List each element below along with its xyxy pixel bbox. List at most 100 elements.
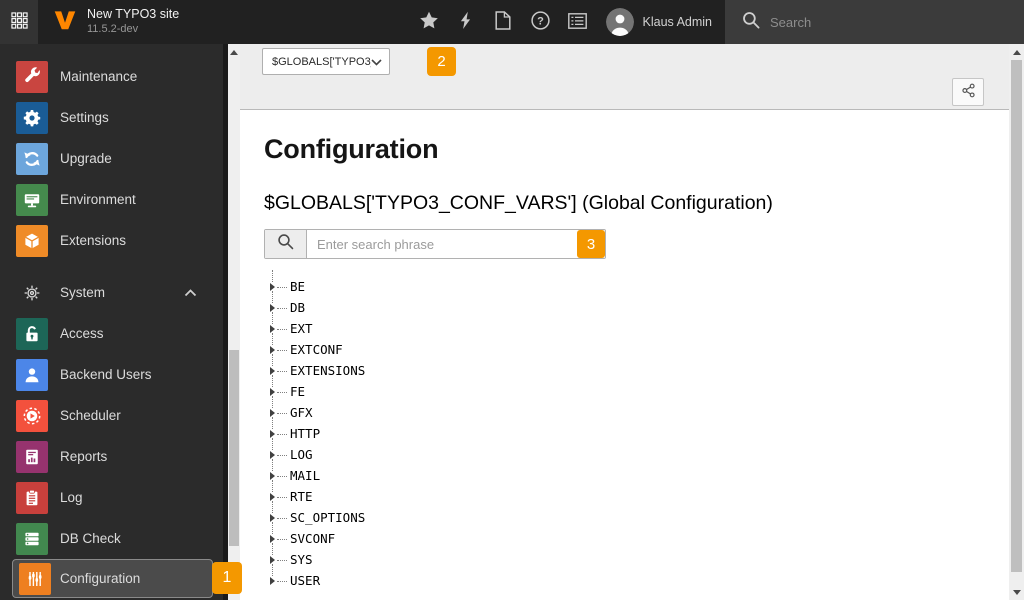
tree-node-be[interactable]: BE: [270, 270, 1009, 297]
topbar-search[interactable]: [725, 0, 1024, 44]
database-stack-icon: [16, 522, 48, 555]
tree-node-fe[interactable]: FE: [270, 375, 1009, 402]
tree-expand-icon[interactable]: [270, 450, 275, 459]
tree-expand-icon[interactable]: [270, 471, 275, 480]
new-document-button[interactable]: [485, 0, 522, 44]
tree-node-mail[interactable]: MAIL: [270, 459, 1009, 486]
tree-node-label: BE: [290, 279, 306, 294]
sidebar-item-upgrade[interactable]: Upgrade: [0, 138, 223, 179]
tour-step-badge-2: 2: [427, 47, 456, 76]
brand[interactable]: New TYPO3 site 11.5.2-dev: [38, 0, 179, 44]
section-label: System: [60, 285, 106, 300]
module-function-select[interactable]: $GLOBALS['TYPO3_CO: [262, 48, 390, 75]
sidebar-scrollbar[interactable]: [228, 44, 240, 600]
sidebar-item-label: Configuration: [60, 571, 141, 586]
sidebar-item-extensions[interactable]: Extensions: [0, 220, 223, 261]
tree-node-label: HTTP: [290, 426, 321, 441]
app-grid-button[interactable]: [0, 0, 38, 44]
search-icon: [277, 233, 294, 255]
tree-node-extconf[interactable]: EXTCONF: [270, 333, 1009, 360]
sidebar-section-system[interactable]: System: [0, 272, 223, 313]
sidebar-item-access[interactable]: Access: [0, 313, 223, 354]
docheader: $GLOBALS['TYPO3_CO 2: [240, 44, 1009, 110]
topbar-actions: ?: [411, 0, 596, 44]
content-scrollbar[interactable]: [1009, 44, 1024, 600]
typo3-logo-icon: [52, 7, 78, 38]
global-search-input[interactable]: [770, 14, 970, 30]
wrench-icon: [16, 60, 48, 93]
sidebar-item-reports[interactable]: Reports: [0, 436, 223, 477]
sidebar-scrollbar-thumb[interactable]: [229, 350, 239, 546]
systeminfo-button[interactable]: [559, 0, 596, 44]
tree-expand-icon[interactable]: [270, 576, 275, 585]
tree-expand-icon[interactable]: [270, 366, 275, 375]
tree-expand-icon[interactable]: [270, 534, 275, 543]
tree-expand-icon[interactable]: [270, 513, 275, 522]
refresh-icon: [16, 142, 48, 175]
topbar: New TYPO3 site 11.5.2-dev ? Klaus Admin: [0, 0, 1024, 44]
tree-node-label: DB: [290, 300, 306, 315]
sidebar-item-log[interactable]: Log: [0, 477, 223, 518]
tree-node-svconf[interactable]: SVCONF: [270, 522, 1009, 549]
help-button[interactable]: ?: [522, 0, 559, 44]
share-button[interactable]: [952, 78, 984, 106]
sidebar-item-label: Settings: [60, 110, 109, 125]
tree-expand-icon[interactable]: [270, 429, 275, 438]
sidebar-item-settings[interactable]: Settings: [0, 97, 223, 138]
tree-node-rte[interactable]: RTE: [270, 480, 1009, 507]
search-addon: [265, 230, 307, 258]
lightning-bolt-icon: [460, 11, 472, 33]
tree-connector: [277, 559, 287, 561]
tree-node-label: EXTENSIONS: [290, 363, 366, 378]
tree-connector: [277, 412, 287, 414]
tree-node-user[interactable]: USER: [270, 564, 1009, 591]
config-search-input[interactable]: [307, 230, 577, 258]
list-box-icon: [567, 12, 587, 32]
user-avatar: [605, 8, 634, 36]
sidebar-item-backend-users[interactable]: Backend Users: [0, 354, 223, 395]
config-tree: BE DB EXT EXTCONF EXTENSIONS FE GFX HTTP…: [264, 270, 1009, 591]
tree-node-log[interactable]: LOG: [270, 438, 1009, 465]
sidebar-item-maintenance[interactable]: Maintenance: [0, 56, 223, 97]
svg-text:?: ?: [537, 15, 544, 27]
tree-node-label: LOG: [290, 447, 313, 462]
tree-connector: [277, 538, 287, 540]
tree-connector: [277, 307, 287, 309]
tree-node-ext[interactable]: EXT: [270, 312, 1009, 339]
tree-node-gfx[interactable]: GFX: [270, 396, 1009, 423]
scroll-up-arrow-icon[interactable]: [230, 50, 238, 55]
sidebar-item-configuration[interactable]: Configuration 1: [12, 559, 242, 598]
sidebar-item-label: Scheduler: [60, 408, 121, 423]
tree-expand-icon[interactable]: [270, 408, 275, 417]
tree-expand-icon[interactable]: [270, 324, 275, 333]
tree-node-sys[interactable]: SYS: [270, 543, 1009, 570]
content-scrollbar-thumb[interactable]: [1011, 60, 1022, 572]
scroll-down-arrow-icon[interactable]: [1012, 590, 1021, 595]
scroll-up-arrow-icon[interactable]: [1012, 50, 1021, 55]
grid-icon: [10, 12, 28, 32]
star-icon: [419, 11, 439, 33]
tree-node-extensions[interactable]: EXTENSIONS: [270, 354, 1009, 381]
tree-expand-icon[interactable]: [270, 303, 275, 312]
tree-connector: [277, 475, 287, 477]
tree-expand-icon[interactable]: [270, 555, 275, 564]
user-menu[interactable]: Klaus Admin: [596, 0, 725, 44]
user-icon: [16, 358, 48, 391]
tree-expand-icon[interactable]: [270, 282, 275, 291]
sidebar-item-scheduler[interactable]: Scheduler: [0, 395, 223, 436]
tree-expand-icon[interactable]: [270, 492, 275, 501]
content-area: Configuration $GLOBALS['TYPO3_CONF_VARS'…: [240, 110, 1009, 600]
tree-node-http[interactable]: HTTP: [270, 417, 1009, 444]
tree-expand-icon[interactable]: [270, 345, 275, 354]
sidebar-item-db-check[interactable]: DB Check: [0, 518, 223, 559]
tree-expand-icon[interactable]: [270, 387, 275, 396]
clear-cache-button[interactable]: [448, 0, 485, 44]
sidebar-item-label: Upgrade: [60, 151, 112, 166]
tree-node-label: FE: [290, 384, 306, 399]
gear-outline-icon: [16, 277, 48, 309]
tree-node-sc-options[interactable]: SC_OPTIONS: [270, 501, 1009, 528]
bookmarks-button[interactable]: [411, 0, 448, 44]
sidebar-item-environment[interactable]: Environment: [0, 179, 223, 220]
tree-node-db[interactable]: DB: [270, 291, 1009, 318]
